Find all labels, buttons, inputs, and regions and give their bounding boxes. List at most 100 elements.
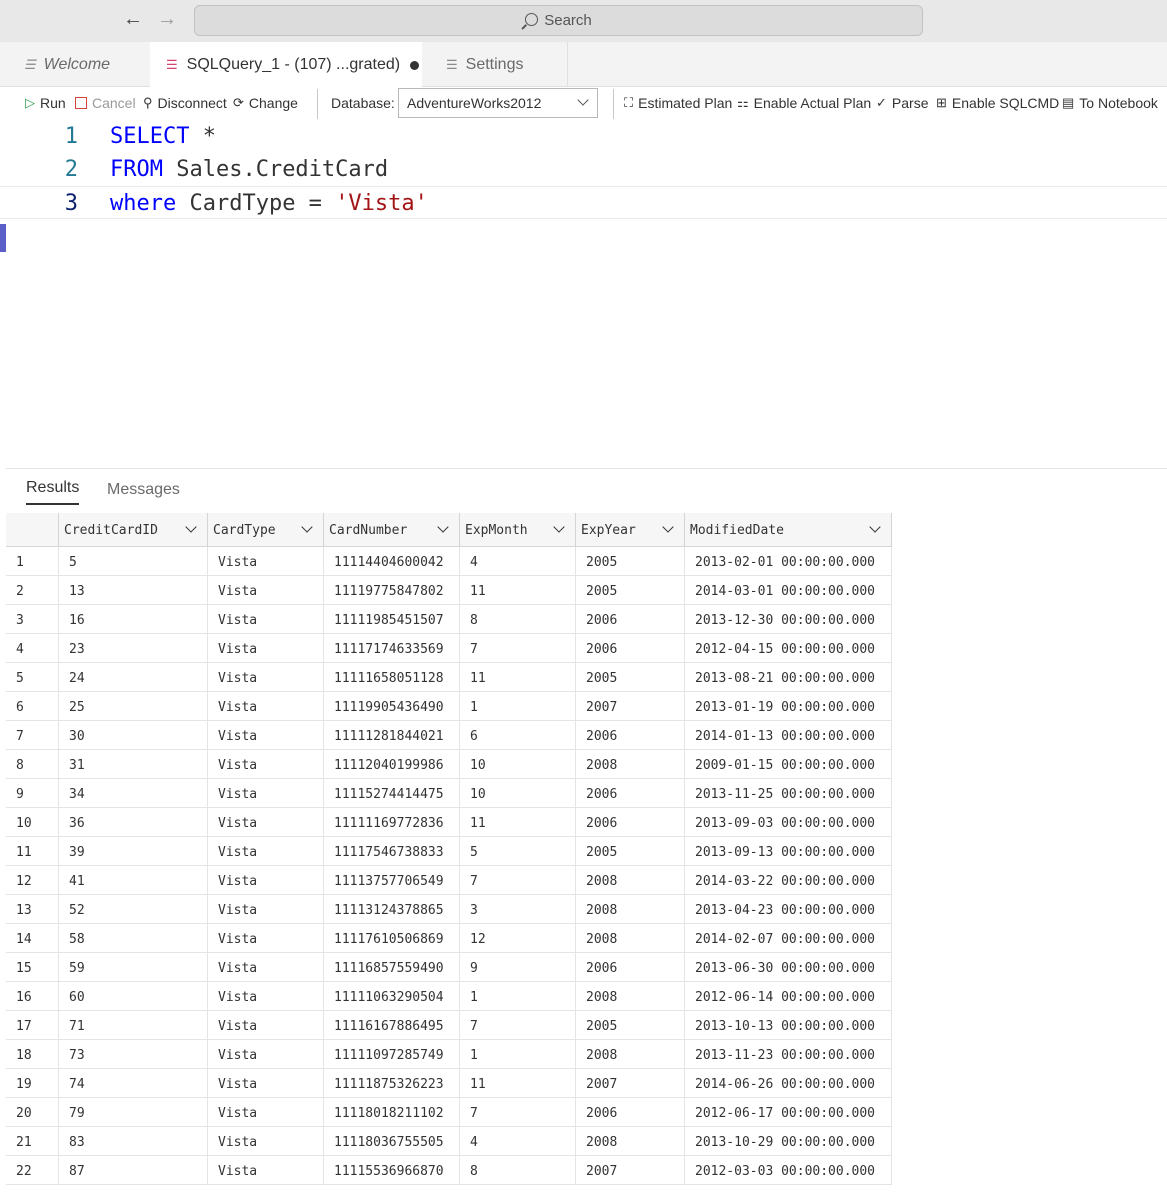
cell-expyear[interactable]: 2007 [575,1069,684,1098]
cell-modifieddate[interactable]: 2013-11-25 00:00:00.000 [684,779,892,808]
cell-modifieddate[interactable]: 2009-01-15 00:00:00.000 [684,750,892,779]
cell-cardnumber[interactable]: 11118018211102 [323,1098,459,1127]
cell-expyear[interactable]: 2006 [575,953,684,982]
code-editor[interactable]: 1 SELECT * 2 FROM Sales.CreditCard 3 whe… [0,120,1167,468]
column-header-modifieddate[interactable]: ModifiedDate [684,513,892,547]
cell-creditcardid[interactable]: 52 [58,895,207,924]
cell-creditcardid[interactable]: 83 [58,1127,207,1156]
table-row[interactable]: 13 52 Vista 11113124378865 3 2008 2013-04-23 0… [6,895,892,924]
cell-creditcardid[interactable]: 13 [58,576,207,605]
cell-expyear[interactable]: 2005 [575,663,684,692]
back-arrow-icon[interactable]: ← [121,8,145,31]
chevron-down-icon[interactable] [301,521,313,533]
cell-creditcardid[interactable]: 41 [58,866,207,895]
cell-cardtype[interactable]: Vista [207,750,323,779]
cell-cardnumber[interactable]: 11113124378865 [323,895,459,924]
cell-creditcardid[interactable]: 71 [58,1011,207,1040]
tab-sqlquery[interactable]: ☰ SQLQuery_1 - (107) ...grated) [150,42,422,88]
row-number[interactable]: 14 [6,924,58,953]
cell-expyear[interactable]: 2006 [575,605,684,634]
cell-expmonth[interactable]: 8 [459,1156,575,1185]
cell-cardtype[interactable]: Vista [207,1098,323,1127]
cell-modifieddate[interactable]: 2013-11-23 00:00:00.000 [684,1040,892,1069]
cell-expyear[interactable]: 2007 [575,1156,684,1185]
row-number[interactable]: 22 [6,1156,58,1185]
table-row[interactable]: 15 59 Vista 11116857559490 9 2006 2013-06-30 0… [6,953,892,982]
cell-modifieddate[interactable]: 2014-03-01 00:00:00.000 [684,576,892,605]
cell-creditcardid[interactable]: 58 [58,924,207,953]
cell-creditcardid[interactable]: 79 [58,1098,207,1127]
cell-expmonth[interactable]: 11 [459,663,575,692]
database-select[interactable]: AdventureWorks2012 [398,88,598,118]
cell-cardnumber[interactable]: 11119775847802 [323,576,459,605]
cell-modifieddate[interactable]: 2014-06-26 00:00:00.000 [684,1069,892,1098]
cell-cardnumber[interactable]: 11111658051128 [323,663,459,692]
cell-cardtype[interactable]: Vista [207,692,323,721]
cell-expyear[interactable]: 2006 [575,634,684,663]
parse-button[interactable]: ✓ Parse [876,95,928,111]
cell-cardnumber[interactable]: 11115536966870 [323,1156,459,1185]
cell-cardtype[interactable]: Vista [207,605,323,634]
cell-creditcardid[interactable]: 60 [58,982,207,1011]
cell-cardtype[interactable]: Vista [207,1069,323,1098]
table-row[interactable]: 8 31 Vista 11112040199986 10 2008 2009-01-15 0… [6,750,892,779]
cell-cardnumber[interactable]: 11112040199986 [323,750,459,779]
row-number[interactable]: 18 [6,1040,58,1069]
cell-modifieddate[interactable]: 2013-06-30 00:00:00.000 [684,953,892,982]
table-row[interactable]: 20 79 Vista 11118018211102 7 2006 2012-06-17 0… [6,1098,892,1127]
table-row[interactable]: 3 16 Vista 11111985451507 8 2006 2013-12-30 00… [6,605,892,634]
table-row[interactable]: 12 41 Vista 11113757706549 7 2008 2014-03-22 0… [6,866,892,895]
estimated-plan-button[interactable]: ⛶ Estimated Plan [624,95,732,111]
cell-cardtype[interactable]: Vista [207,1127,323,1156]
row-number[interactable]: 12 [6,866,58,895]
chevron-down-icon[interactable] [185,521,197,533]
cell-modifieddate[interactable]: 2013-09-13 00:00:00.000 [684,837,892,866]
enable-actual-plan-button[interactable]: ⚏ Enable Actual Plan [737,95,871,111]
cell-creditcardid[interactable]: 30 [58,721,207,750]
cell-modifieddate[interactable]: 2013-12-30 00:00:00.000 [684,605,892,634]
cell-expmonth[interactable]: 11 [459,1069,575,1098]
cell-expmonth[interactable]: 1 [459,1040,575,1069]
cell-expmonth[interactable]: 5 [459,837,575,866]
tab-welcome[interactable]: ☰ Welcome [0,42,150,87]
chevron-down-icon[interactable] [437,521,449,533]
cell-cardnumber[interactable]: 11111169772836 [323,808,459,837]
cell-modifieddate[interactable]: 2012-03-03 00:00:00.000 [684,1156,892,1185]
chevron-down-icon[interactable] [553,521,565,533]
cell-creditcardid[interactable]: 16 [58,605,207,634]
cell-creditcardid[interactable]: 5 [58,547,207,576]
cancel-button[interactable]: Cancel [75,95,136,111]
chevron-down-icon[interactable] [662,521,674,533]
cell-modifieddate[interactable]: 2014-01-13 00:00:00.000 [684,721,892,750]
cell-expmonth[interactable]: 7 [459,634,575,663]
row-number[interactable]: 11 [6,837,58,866]
row-number[interactable]: 3 [6,605,58,634]
cell-cardnumber[interactable]: 11118036755505 [323,1127,459,1156]
cell-cardtype[interactable]: Vista [207,924,323,953]
cell-cardtype[interactable]: Vista [207,547,323,576]
cell-cardnumber[interactable]: 11117546738833 [323,837,459,866]
cell-cardtype[interactable]: Vista [207,808,323,837]
cell-creditcardid[interactable]: 39 [58,837,207,866]
column-header-expyear[interactable]: ExpYear [575,513,684,547]
row-number[interactable]: 10 [6,808,58,837]
table-row[interactable]: 6 25 Vista 11119905436490 1 2007 2013-01-19 00… [6,692,892,721]
table-row[interactable]: 4 23 Vista 11117174633569 7 2006 2012-04-15 00… [6,634,892,663]
cell-cardnumber[interactable]: 11119905436490 [323,692,459,721]
row-number[interactable]: 1 [6,547,58,576]
enable-sqlcmd-button[interactable]: ⊞ Enable SQLCMD [936,95,1059,111]
table-row[interactable]: 14 58 Vista 11117610506869 12 2008 2014-02-07 … [6,924,892,953]
cell-expyear[interactable]: 2008 [575,982,684,1011]
cell-cardnumber[interactable]: 11111281844021 [323,721,459,750]
row-number[interactable]: 2 [6,576,58,605]
column-header-expmonth[interactable]: ExpMonth [459,513,575,547]
cell-cardtype[interactable]: Vista [207,895,323,924]
tab-messages[interactable]: Messages [107,481,180,505]
row-number[interactable]: 9 [6,779,58,808]
cell-cardtype[interactable]: Vista [207,982,323,1011]
cell-expmonth[interactable]: 7 [459,1011,575,1040]
cell-creditcardid[interactable]: 34 [58,779,207,808]
table-row[interactable]: 18 73 Vista 11111097285749 1 2008 2013-11-23 0… [6,1040,892,1069]
cell-creditcardid[interactable]: 31 [58,750,207,779]
row-number[interactable]: 8 [6,750,58,779]
